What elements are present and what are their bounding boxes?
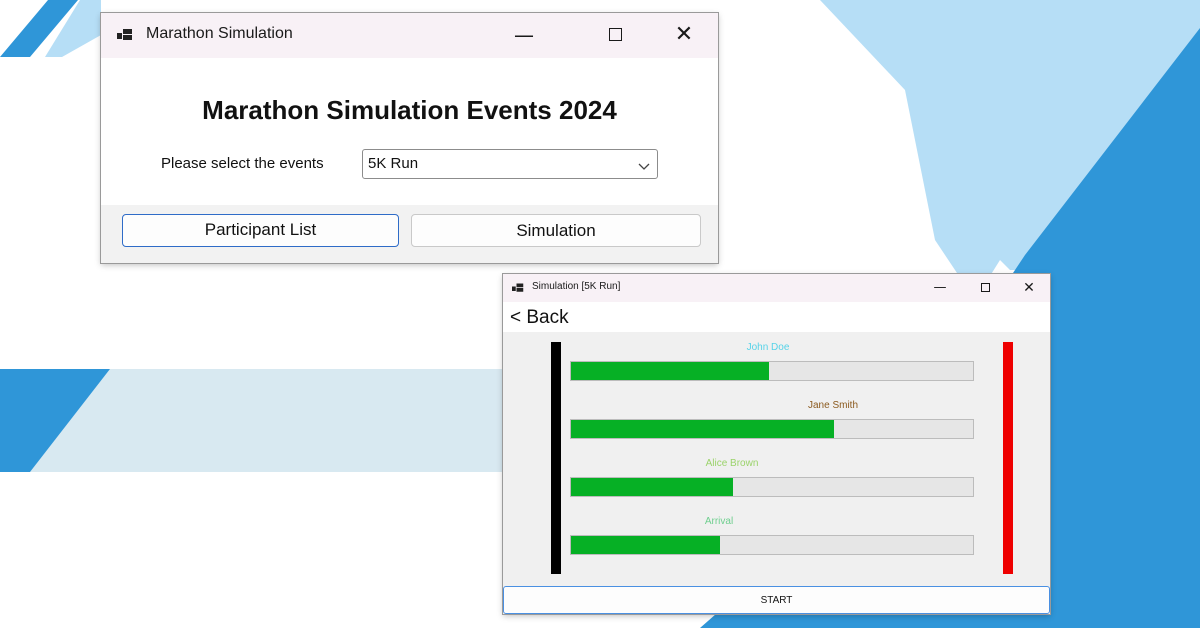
simulation-window: Simulation [5K Run] — ✕ < Back John Doe J… [503, 274, 1050, 614]
event-dropdown-value: 5K Run [368, 155, 419, 172]
close-button[interactable]: ✕ [1016, 277, 1042, 299]
runner-progress-bar [570, 361, 974, 381]
runner-name: John Doe [746, 342, 790, 353]
maximize-button[interactable] [591, 19, 641, 51]
maximize-icon [981, 283, 990, 292]
app-window-icon [117, 27, 133, 43]
finish-line [1003, 342, 1013, 574]
app-window-icon [512, 282, 524, 294]
page-title: Marathon Simulation Events 2024 [202, 95, 617, 125]
start-line [551, 342, 561, 574]
runner-progress-bar [570, 477, 974, 497]
main-window: Marathon Simulation — ✕ Marathon Simulat… [101, 13, 718, 263]
maximize-button[interactable] [973, 277, 999, 299]
runner-progress-fill [571, 362, 769, 380]
close-button[interactable]: ✕ [659, 19, 709, 51]
runner-progress-fill [571, 536, 720, 554]
runner-progress-fill [571, 478, 733, 496]
back-link[interactable]: < Back [510, 307, 569, 329]
back-bar: < Back [503, 302, 1050, 332]
simulation-window-titlebar[interactable]: Simulation [5K Run] — ✕ [503, 274, 1050, 302]
maximize-icon [609, 28, 622, 41]
event-dropdown[interactable]: 5K Run [362, 149, 658, 179]
runner-progress-fill [571, 420, 834, 438]
runner-progress-bar [570, 419, 974, 439]
main-button-bar: Participant List Simulation [101, 205, 718, 263]
main-window-title: Marathon Simulation [146, 25, 293, 42]
minimize-icon: — [933, 280, 947, 295]
minimize-button[interactable]: — [499, 19, 549, 51]
simulation-window-title: Simulation [5K Run] [532, 281, 621, 292]
runner-name: Jane Smith [807, 400, 859, 411]
main-window-titlebar[interactable]: Marathon Simulation — ✕ [101, 13, 718, 58]
minimize-button[interactable]: — [927, 277, 953, 299]
minimize-icon: — [514, 23, 534, 47]
start-button[interactable]: START [503, 586, 1050, 614]
participant-list-button[interactable]: Participant List [122, 214, 399, 247]
simulation-button[interactable]: Simulation [411, 214, 701, 247]
event-select-label: Please select the events [161, 155, 324, 172]
close-icon: ✕ [1023, 280, 1035, 296]
close-icon: ✕ [674, 22, 694, 47]
runner-name: Arrival [704, 516, 734, 527]
chevron-down-icon [637, 158, 651, 172]
runner-name: Alice Brown [705, 458, 759, 469]
runner-progress-bar [570, 535, 974, 555]
